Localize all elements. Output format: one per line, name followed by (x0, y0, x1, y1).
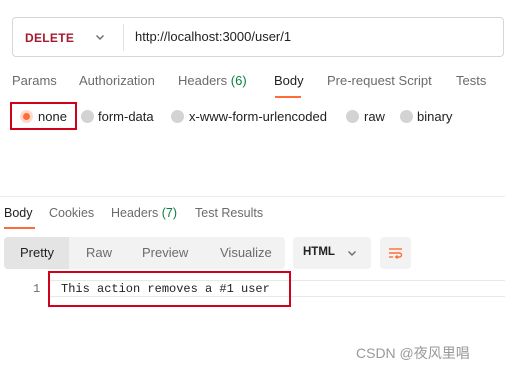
response-active-tab-indicator (4, 227, 35, 229)
view-mode-visualize[interactable]: Visualize (220, 245, 272, 260)
method-select[interactable]: DELETE (25, 31, 74, 45)
radio-form-data-label[interactable]: form-data (98, 109, 154, 124)
url-divider (123, 24, 124, 51)
tab-pre-request-script[interactable]: Pre-request Script (327, 73, 432, 88)
line-number: 1 (33, 282, 41, 296)
highlight-box-response (48, 271, 291, 307)
response-tab-body[interactable]: Body (4, 206, 33, 220)
watermark: CSDN @夜风里唱 (356, 345, 470, 361)
tab-params[interactable]: Params (12, 73, 57, 88)
active-tab-indicator (275, 96, 301, 98)
chevron-down-icon[interactable] (345, 246, 359, 260)
tab-tests[interactable]: Tests (456, 73, 486, 88)
tab-authorization[interactable]: Authorization (79, 73, 155, 88)
radio-none-label[interactable]: none (38, 109, 67, 124)
radio-binary[interactable] (400, 110, 413, 123)
radio-x-www-form-urlencoded-label[interactable]: x-www-form-urlencoded (189, 109, 327, 124)
view-mode-pretty[interactable]: Pretty (20, 245, 54, 260)
wrap-lines-button[interactable] (380, 237, 411, 269)
url-input[interactable]: http://localhost:3000/user/1 (135, 29, 291, 44)
response-tab-test-results[interactable]: Test Results (195, 206, 263, 220)
radio-binary-label[interactable]: binary (417, 109, 452, 124)
radio-form-data[interactable] (81, 110, 94, 123)
chevron-down-icon[interactable] (93, 30, 107, 44)
request-url-bar: DELETE http://localhost:3000/user/1 (12, 17, 504, 57)
view-mode-raw[interactable]: Raw (86, 245, 112, 260)
wrap-lines-icon (389, 248, 403, 260)
headers-count: (6) (230, 73, 247, 88)
radio-raw[interactable] (346, 110, 359, 123)
tab-body[interactable]: Body (274, 73, 304, 88)
format-select-label[interactable]: HTML (303, 246, 335, 258)
response-headers-count: (7) (161, 206, 178, 220)
view-mode-preview[interactable]: Preview (142, 245, 188, 260)
radio-x-www-form-urlencoded[interactable] (171, 110, 184, 123)
tab-headers[interactable]: Headers (6) (178, 73, 247, 88)
response-tab-cookies[interactable]: Cookies (49, 206, 94, 220)
panel-separator (0, 196, 505, 197)
response-tab-headers[interactable]: Headers (7) (111, 206, 177, 220)
radio-raw-label[interactable]: raw (364, 109, 385, 124)
radio-none[interactable] (20, 110, 33, 123)
